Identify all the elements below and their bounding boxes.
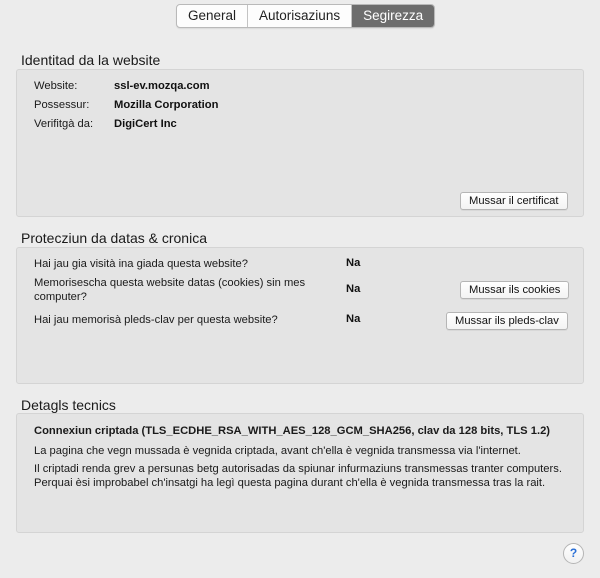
verifier-label: Verifitgà da: (34, 118, 94, 130)
technical-box: Connexiun criptada (TLS_ECDHE_RSA_WITH_A… (16, 413, 584, 533)
tab-bar: General Autorisaziuns Segirezza (176, 4, 436, 28)
owner-label: Possessur: (34, 99, 90, 111)
view-certificate-button[interactable]: Mussar il certificat (460, 192, 568, 210)
passwords-question: Hai jau memorisà pleds-clav per questa w… (34, 314, 278, 326)
encryption-explanation: Il criptadi renda grev a persunas betg a… (34, 463, 562, 489)
identity-section-title: Identitad da la website (21, 52, 161, 68)
tab-security[interactable]: Segirezza (352, 5, 435, 27)
encryption-description: La pagina che vegn mussada è vegnida cri… (34, 445, 521, 457)
website-value: ssl-ev.mozqa.com (114, 80, 210, 92)
help-icon[interactable]: ? (563, 543, 584, 564)
identity-box: Website: ssl-ev.mozqa.com Possessur: Moz… (16, 69, 584, 217)
visited-answer: Na (346, 257, 361, 269)
privacy-box: Hai jau gia visità ina giada questa webs… (16, 247, 584, 384)
view-cookies-button[interactable]: Mussar ils cookies (460, 281, 570, 299)
cookies-question: Memorisescha questa website datas (cooki… (34, 277, 306, 303)
privacy-section-title: Protecziun da datas & cronica (21, 230, 207, 246)
tab-permissions[interactable]: Autorisaziuns (248, 5, 353, 27)
passwords-answer: Na (346, 313, 361, 325)
cookies-answer: Na (346, 283, 361, 295)
website-label: Website: (34, 80, 78, 92)
verifier-value: DigiCert Inc (114, 118, 177, 130)
encryption-headline: Connexiun criptada (TLS_ECDHE_RSA_WITH_A… (34, 425, 551, 437)
visited-question: Hai jau gia visità ina giada questa webs… (34, 258, 248, 270)
tab-general[interactable]: General (177, 5, 249, 27)
owner-value: Mozilla Corporation (114, 99, 219, 111)
technical-section-title: Detagls tecnics (21, 397, 116, 413)
view-passwords-button[interactable]: Mussar ils pleds-clav (446, 312, 568, 330)
